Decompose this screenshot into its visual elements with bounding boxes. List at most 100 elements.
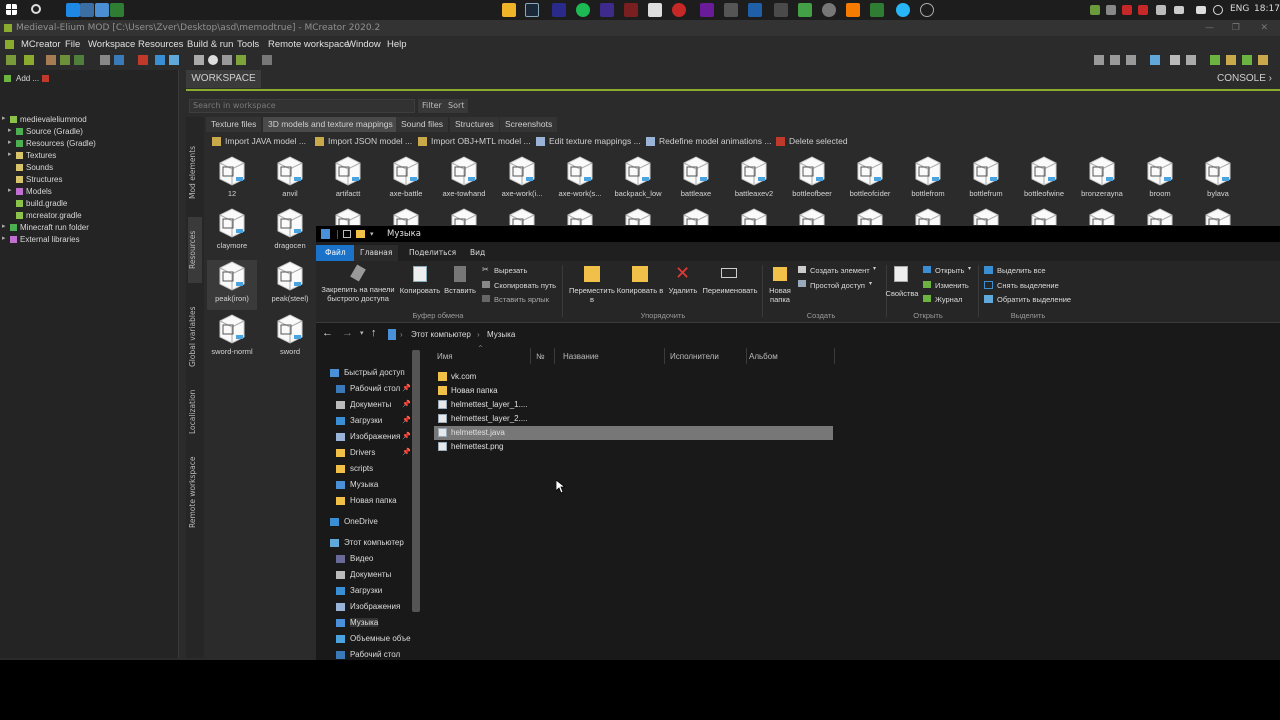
select-all-button[interactable]: Выделить все [997,266,1046,275]
toolbar-icon-12[interactable] [208,55,218,65]
subtab-structures[interactable]: Structures [450,117,499,132]
model-item[interactable] [1135,207,1185,225]
delete-selected-button[interactable]: Delete selected [776,135,848,148]
search-input[interactable]: Search in workspace [189,99,415,113]
tray-icon-3[interactable] [1122,5,1132,15]
breadcrumb-music[interactable]: Музыка [487,330,515,339]
toolbar-icon-5[interactable] [74,55,84,65]
column-album[interactable]: Альбом [749,352,778,361]
file-row[interactable]: helmettest.png [438,442,503,451]
model-item[interactable] [903,207,953,225]
volume-icon[interactable] [1196,6,1206,14]
tab-workspace[interactable]: WORKSPACE [186,70,261,88]
nav-item[interactable]: OneDrive [344,517,378,526]
add-icon[interactable] [4,75,11,82]
paste-shortcut-button[interactable]: Вставить ярлык [494,295,549,304]
copy-button[interactable]: Копировать [398,286,442,295]
model-item[interactable]: artifactt [323,155,373,205]
edit-texture-mappings-button[interactable]: Edit texture mappings ... [536,135,641,148]
mcreator-menu-icon[interactable] [5,40,14,49]
model-item[interactable] [439,207,489,225]
subtab-sound-files[interactable]: Sound files [396,117,449,132]
pin-quick-access-button[interactable]: Закрепить на панели быстрого доступа [318,285,398,303]
subtab-screenshots[interactable]: Screenshots [500,117,558,132]
model-item[interactable]: axe-work(i... [497,155,547,205]
subtab-3d-models[interactable]: 3D models and texture mappings [263,117,398,132]
app-icon-6[interactable] [700,3,714,17]
model-item[interactable] [845,207,895,225]
model-item[interactable] [961,207,1011,225]
opera-icon[interactable] [672,3,686,17]
side-tab-resources[interactable]: Resources [188,217,202,283]
up-icon[interactable]: ↑ [371,327,377,339]
model-item[interactable] [613,207,663,225]
file-row[interactable]: helmettest_layer_2.... [438,414,527,423]
toolbar-icon-7[interactable] [114,55,124,65]
tree-item[interactable]: Source (Gradle) [26,127,83,136]
new-item-dropdown-icon[interactable]: ▾ [873,265,876,272]
tree-item[interactable]: build.gradle [26,199,67,208]
toolbar-icon-15[interactable] [262,55,272,65]
model-item[interactable] [497,207,547,225]
model-item[interactable]: axe-work(s... [555,155,605,205]
app-icon-2[interactable] [80,3,94,17]
tree-item[interactable]: medievaleliummod [20,115,87,124]
nav-item[interactable]: scripts [350,464,373,473]
app-icon-4[interactable] [110,3,124,17]
menu-file[interactable]: File [65,36,80,53]
column-separator[interactable] [834,348,835,364]
cut-button[interactable]: Вырезать [494,266,527,275]
toolbar-right-icon-2[interactable] [1110,55,1120,65]
clock-time[interactable]: 18:17 [1254,4,1280,14]
model-item[interactable]: claymore [207,207,257,257]
model-item[interactable]: peak(iron) [207,260,257,310]
menu-mcreator[interactable]: MCreator [21,36,61,53]
nav-item[interactable]: Изображения [350,602,400,611]
model-item[interactable] [729,207,779,225]
toolbar-icon-4[interactable] [60,55,70,65]
tree-expand-icon[interactable]: ▸ [2,114,6,122]
model-item[interactable]: dragocen [265,207,315,257]
nav-item[interactable]: Новая папка [350,496,397,505]
history-button[interactable]: Журнал [935,295,962,304]
redefine-animations-button[interactable]: Redefine model animations ... [646,135,771,148]
toolbar-right-icon-3[interactable] [1126,55,1136,65]
folder-quick-icon[interactable] [356,230,365,238]
settings-icon[interactable] [822,3,836,17]
model-item[interactable]: bylava [1193,155,1243,205]
filter-button[interactable]: Filter [418,99,446,113]
open-dropdown-icon[interactable]: ▾ [968,265,971,272]
toolbar-right-icon-6[interactable] [1186,55,1196,65]
explorer-taskbar-icon[interactable] [502,3,516,17]
menu-tools[interactable]: Tools [237,36,259,53]
nav-item[interactable]: Рабочий стол [350,650,400,659]
model-item[interactable] [381,207,431,225]
model-item[interactable]: sword [265,313,315,363]
toolbar-icon-9[interactable] [155,55,165,65]
nav-item[interactable]: Загрузки [350,586,382,595]
nav-item[interactable]: Видео [350,554,373,563]
telegram-icon[interactable] [896,3,910,17]
back-icon[interactable]: ← [322,327,333,339]
pin-icon[interactable]: 📌 [402,448,411,456]
breadcrumb-this-pc[interactable]: Этот компьютер [411,330,471,339]
toolbar-icon-14[interactable] [236,55,246,65]
file-row[interactable]: Новая папка [438,386,498,395]
minimize-icon[interactable]: — [1205,20,1214,36]
remove-icon[interactable] [42,75,49,82]
import-obj-mtl-button[interactable]: Import OBJ+MTL model ... [418,135,531,148]
quick-access-dropdown-icon[interactable]: ▾ [370,226,374,242]
subtab-texture-files[interactable]: Texture files [206,117,262,132]
model-item[interactable]: backpack_low [613,155,663,205]
model-item[interactable] [1077,207,1127,225]
tree-item[interactable]: Minecraft run folder [20,223,89,232]
app-icon-5[interactable] [648,3,662,17]
side-tab-remote-workspace[interactable]: Remote workspace [188,447,202,537]
nav-item[interactable]: Рабочий стол [350,384,400,393]
toolbar-icon-3[interactable] [46,55,56,65]
model-item[interactable]: sword-norml [207,313,257,363]
debug-icon[interactable] [1226,55,1236,65]
select-none-button[interactable]: Снять выделение [997,281,1059,290]
network-icon[interactable] [1174,6,1184,14]
model-item[interactable]: anvil [265,155,315,205]
